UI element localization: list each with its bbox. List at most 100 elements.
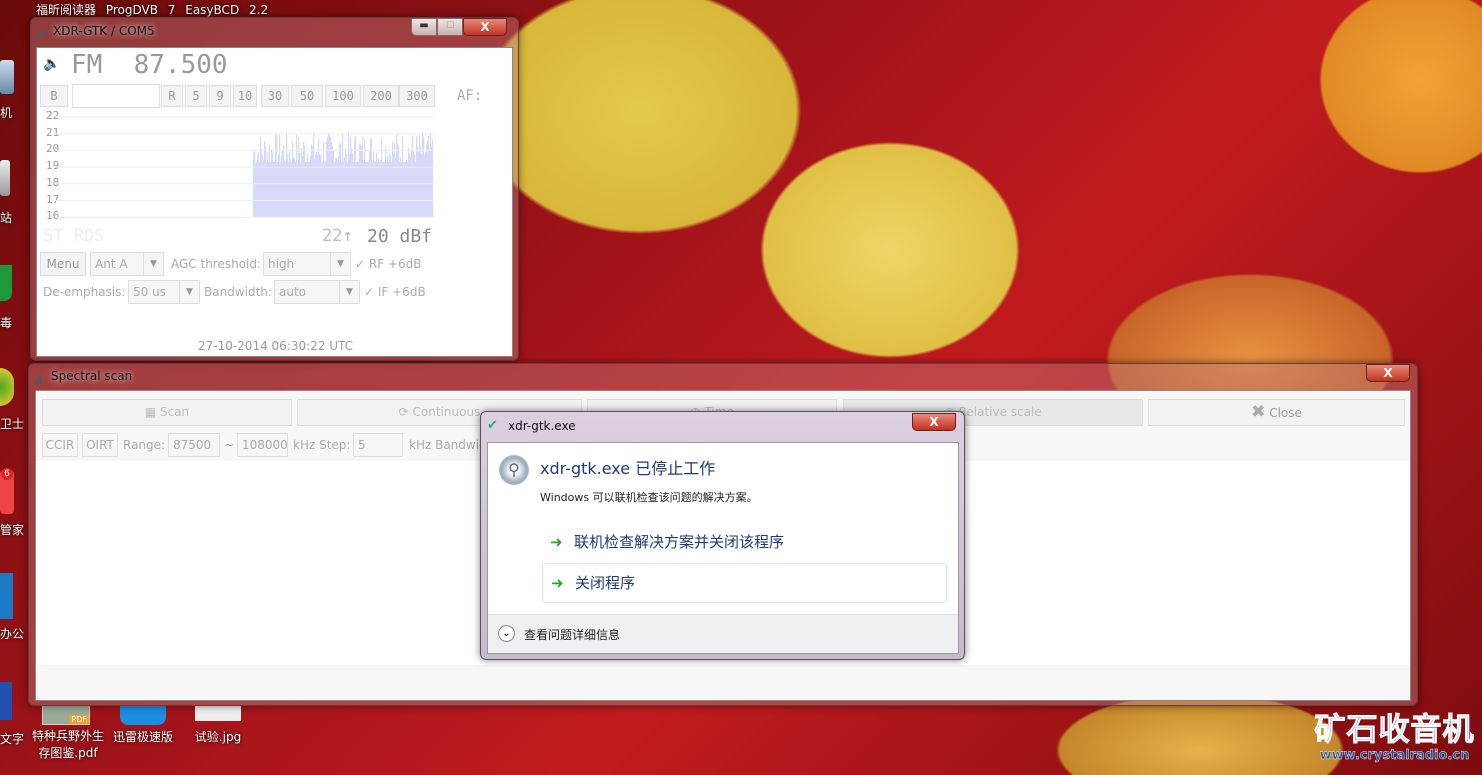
pdf-file-icon[interactable]: PDF xyxy=(42,705,90,725)
label-line: 存图鉴.pdf xyxy=(38,746,98,760)
app-icon: ▲ xyxy=(37,26,46,39)
arrow-right-icon: ➜ xyxy=(550,533,563,551)
filter-button-300[interactable]: 300 xyxy=(399,85,435,107)
filter-button-9[interactable]: 9 xyxy=(209,85,231,107)
app-icon: ▲ xyxy=(35,372,44,385)
desktop-label: 办公 xyxy=(0,627,25,641)
window-title: XDR-GTK / COM5 xyxy=(53,24,155,38)
filter-button-50[interactable]: 50 xyxy=(291,85,323,107)
menu-button[interactable]: Menu xyxy=(40,252,86,276)
dialog-body: ⚲ xdr-gtk.exe 已停止工作 Windows 可以联机检查该问题的解决… xyxy=(487,442,959,654)
range-from-input[interactable]: 87500 xyxy=(168,433,220,457)
close-scan-button[interactable]: ✖ Close xyxy=(1148,399,1405,426)
watermark-url: www.crystalradio.cn xyxy=(1319,748,1470,763)
step-label: kHz Step: xyxy=(293,438,351,452)
signal-peak: 22↑ xyxy=(322,226,353,246)
deemphasis-label: De-emphasis: xyxy=(43,285,126,299)
label-line: 特种兵野外生 xyxy=(31,729,104,743)
antenna-select[interactable]: Ant A ▼ xyxy=(90,252,164,276)
security-guard-icon[interactable] xyxy=(0,368,14,406)
option-label: 联机检查解决方案并关闭该程序 xyxy=(574,533,785,551)
scan-label: Scan xyxy=(159,405,190,419)
notification-badge: 6 xyxy=(1,468,13,480)
oirt-button[interactable]: OIRT xyxy=(82,433,118,457)
maximize-button[interactable]: ☐ xyxy=(437,18,463,36)
bandwidth-select[interactable]: auto ▼ xyxy=(274,280,360,304)
speaker-icon[interactable]: 🔈 xyxy=(43,56,60,72)
rf-checkbox[interactable]: ✓ RF +6dB xyxy=(355,257,421,271)
rf-label: RF +6dB xyxy=(368,257,422,271)
deemphasis-select[interactable]: 50 us ▼ xyxy=(128,280,200,304)
chevron-down-icon: ▼ xyxy=(339,281,359,303)
taskbar-item[interactable]: 福昕阅读器 xyxy=(36,3,96,17)
bandwidth-value: auto xyxy=(279,285,307,299)
antivirus-icon[interactable] xyxy=(0,265,12,301)
taskbar-items: 福昕阅读器 ProgDVB 7 EasyBCD 2.2 xyxy=(36,1,268,18)
desktop-label: 卫士 xyxy=(0,417,25,431)
filter-button-100[interactable]: 100 xyxy=(325,85,361,107)
frequency-input[interactable] xyxy=(72,84,160,108)
filter-button-R[interactable]: R xyxy=(161,85,183,107)
computer-icon[interactable] xyxy=(0,60,14,94)
filter-button-5[interactable]: 5 xyxy=(185,85,207,107)
filter-button-30[interactable]: 30 xyxy=(261,85,289,107)
af-label: AF: xyxy=(457,88,483,104)
filter-button-10[interactable]: 10 xyxy=(233,85,257,107)
recycle-bin-icon[interactable] xyxy=(0,160,10,196)
chevron-down-icon: ▼ xyxy=(179,281,199,303)
close-program-option[interactable]: ➜ 关闭程序 xyxy=(542,563,947,603)
app-icon: ✔ xyxy=(487,418,498,433)
desktop-label: 迅雷极速版 xyxy=(112,730,173,744)
desktop-label: 试验.jpg xyxy=(194,730,242,744)
option-label: 关闭程序 xyxy=(575,574,636,592)
if-label: IF +6dB xyxy=(377,285,426,299)
filter-button-200[interactable]: 200 xyxy=(363,85,399,107)
pdf-badge: PDF xyxy=(69,715,89,724)
close-label: Close xyxy=(1269,406,1302,420)
dialog-title: xdr-gtk.exe xyxy=(508,419,576,433)
chevron-down-icon: ▼ xyxy=(143,253,163,275)
close-button[interactable]: X xyxy=(912,413,956,431)
minimize-button[interactable]: ▬ xyxy=(411,18,437,36)
signal-graph xyxy=(55,116,435,218)
image-file-icon[interactable] xyxy=(195,705,241,721)
range-label: Range: xyxy=(123,438,166,452)
range-separator: ~ xyxy=(224,438,235,452)
ccir-button[interactable]: CCIR xyxy=(42,433,78,457)
agc-label: AGC threshold: xyxy=(171,257,262,271)
watermark-title: 矿石收音机 xyxy=(1314,712,1475,749)
thunder-icon[interactable] xyxy=(120,705,166,725)
desktop-label: 机 xyxy=(0,106,13,120)
broadcast-icon: ⚲ xyxy=(499,455,529,485)
desktop-label: 特种兵野外生 存图鉴.pdf xyxy=(30,728,106,762)
taskbar-item[interactable]: EasyBCD 2.2 xyxy=(185,3,268,17)
agc-select[interactable]: high ▼ xyxy=(263,252,351,276)
filter-button-B[interactable]: B xyxy=(40,85,68,107)
scan-button[interactable]: ▦ Scan xyxy=(42,399,292,426)
if-checkbox[interactable]: ✓ IF +6dB xyxy=(364,285,426,299)
text-icon[interactable] xyxy=(0,682,12,720)
desktop-label: 管家 xyxy=(0,523,25,537)
error-dialog: ✔ xdr-gtk.exe X ⚲ xdr-gtk.exe 已停止工作 Wind… xyxy=(480,411,965,660)
dialog-message: Windows 可以联机检查该问题的解决方案。 xyxy=(540,491,758,504)
watermark-logo: 矿石收音机 www.crystalradio.cn xyxy=(1312,712,1477,764)
continuous-label: Continuous xyxy=(412,405,481,419)
timestamp: 27-10-2014 06:30:22 UTC xyxy=(197,339,354,353)
range-to-input[interactable]: 108000 xyxy=(237,433,288,457)
office-icon[interactable] xyxy=(0,573,13,619)
expand-details-button[interactable]: ⌄ xyxy=(498,625,515,642)
close-button[interactable]: X xyxy=(463,18,507,36)
step-spinner[interactable]: 5 xyxy=(353,433,403,457)
frequency-display[interactable]: FM 87.500 xyxy=(71,50,228,80)
close-button[interactable]: X xyxy=(1366,364,1410,382)
xdr-client: 🔈 FM 87.500 B R 5 9 10 30 50 100 200 300 AF: 22 21… xyxy=(36,47,513,357)
check-online-option[interactable]: ➜ 联机检查解决方案并关闭该程序 xyxy=(542,525,947,561)
taskbar-item[interactable]: ProgDVB 7 xyxy=(106,3,176,17)
relative-scale-label: Relative scale xyxy=(958,405,1042,419)
desktop-label: 文字 xyxy=(0,732,25,746)
agc-value: high xyxy=(268,257,295,271)
dialog-heading: xdr-gtk.exe 已停止工作 xyxy=(540,459,716,478)
antenna-value: Ant A xyxy=(95,257,128,271)
desktop-label: 站 xyxy=(0,211,13,225)
details-link[interactable]: 查看问题详细信息 xyxy=(524,626,620,643)
